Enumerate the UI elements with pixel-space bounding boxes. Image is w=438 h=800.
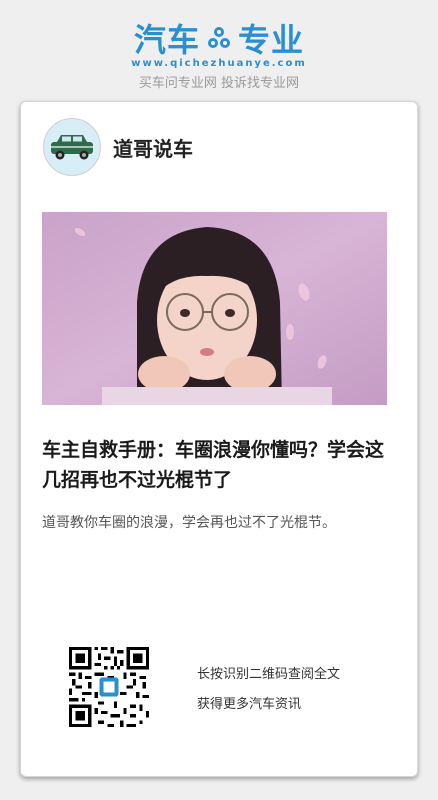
- avatar: [43, 118, 101, 176]
- qr-code[interactable]: [69, 647, 149, 727]
- qr-caption-line2: 获得更多汽车资讯: [197, 697, 302, 712]
- logo-text-left: 汽车: [133, 21, 200, 59]
- site-slogan: 买车问专业网 投诉找专业网: [138, 76, 300, 91]
- author-name: 道哥说车: [113, 136, 193, 161]
- author-header: 道哥说车: [43, 118, 193, 176]
- site-logo: 汽车 专业: [0, 18, 438, 59]
- article-summary: 道哥教你车圈的浪漫，学会再也过不了光棍节。: [42, 515, 336, 531]
- car-icon: [51, 135, 93, 160]
- qr-caption-line1: 长按识别二维码查阅全文: [197, 667, 341, 682]
- site-url: www.qichezhuanye.com: [131, 58, 307, 69]
- gear-icon: [208, 27, 230, 48]
- article-card: 道哥说车 车主自救手册：车圈浪漫你懂吗？学会这几招再也不过光棍节了 道哥教你车圈…: [20, 101, 418, 777]
- cover-image[interactable]: [42, 212, 387, 405]
- qr-caption: 长按识别二维码查阅全文 获得更多汽车资讯: [197, 660, 340, 720]
- article-title[interactable]: 车主自救手册：车圈浪漫你懂吗？学会这几招再也不过光棍节了: [42, 435, 402, 495]
- logo-text-right: 专业: [238, 21, 305, 59]
